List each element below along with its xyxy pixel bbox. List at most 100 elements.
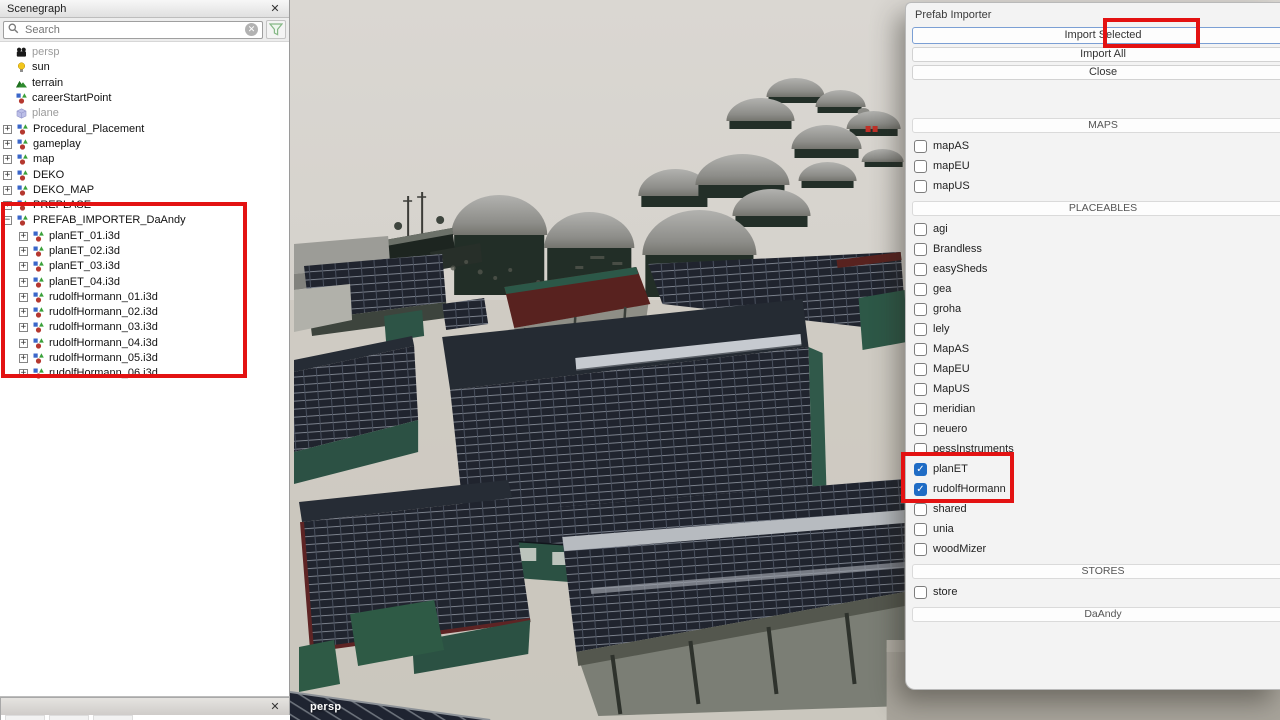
brand-label: woodMizer bbox=[933, 543, 986, 556]
tree-item-label: persp bbox=[32, 45, 60, 60]
MapAS-checkbox[interactable] bbox=[914, 343, 927, 356]
import-all-button[interactable]: Import All bbox=[912, 47, 1280, 62]
expand-icon[interactable]: + bbox=[19, 278, 28, 287]
collapse-icon[interactable]: − bbox=[3, 216, 12, 225]
tree-item-Procedural_Placement[interactable]: +Procedural_Placement bbox=[0, 121, 289, 136]
tree-item-DEKO_MAP[interactable]: +DEKO_MAP bbox=[0, 183, 289, 198]
brand-row-agi: agi bbox=[914, 223, 1280, 236]
woodMizer-checkbox[interactable] bbox=[914, 543, 927, 556]
expand-icon[interactable]: + bbox=[19, 354, 28, 363]
shape-icon bbox=[16, 108, 27, 119]
transform-icon bbox=[33, 322, 44, 333]
scenegraph-titlebar: Scenegraph ✕ bbox=[0, 0, 289, 18]
brand-label: rudolfHormann bbox=[933, 483, 1006, 496]
tree-item-planET_01.i3d[interactable]: +planET_01.i3d bbox=[0, 229, 289, 244]
brand-label: shared bbox=[933, 503, 967, 516]
mapAS-checkbox[interactable] bbox=[914, 140, 927, 153]
tree-item-label: PREFAB_IMPORTER_DaAndy bbox=[33, 213, 186, 228]
import-selected-button[interactable]: Import Selected bbox=[912, 27, 1280, 44]
tree-item-map[interactable]: +map bbox=[0, 152, 289, 167]
prefab-importer-title: Prefab Importer bbox=[906, 3, 1280, 24]
filter-funnel-icon[interactable] bbox=[266, 20, 286, 39]
groha-checkbox[interactable] bbox=[914, 303, 927, 316]
tree-item-rudolfHormann_04.i3d[interactable]: +rudolfHormann_04.i3d bbox=[0, 336, 289, 351]
gea-checkbox[interactable] bbox=[914, 283, 927, 296]
bottom-dock-panel: ✕ bbox=[0, 697, 290, 720]
agi-checkbox[interactable] bbox=[914, 223, 927, 236]
mapEU-checkbox[interactable] bbox=[914, 160, 927, 173]
brand-row-MapAS: MapAS bbox=[914, 343, 1280, 356]
search-input[interactable] bbox=[23, 23, 241, 37]
tree-item-planET_04.i3d[interactable]: +planET_04.i3d bbox=[0, 274, 289, 289]
expand-icon[interactable]: + bbox=[19, 247, 28, 256]
brand-row-groha: groha bbox=[914, 303, 1280, 316]
mapUS-checkbox[interactable] bbox=[914, 180, 927, 193]
clear-search-icon[interactable]: ✕ bbox=[245, 23, 258, 36]
MapUS-checkbox[interactable] bbox=[914, 383, 927, 396]
terrain-icon bbox=[16, 78, 27, 89]
easySheds-checkbox[interactable] bbox=[914, 263, 927, 276]
brand-row-store: store bbox=[914, 586, 1280, 599]
tree-item-PREPLASE[interactable]: +PREPLASE bbox=[0, 198, 289, 213]
expand-icon[interactable]: + bbox=[3, 186, 12, 195]
spacer bbox=[906, 80, 1280, 110]
shared-checkbox[interactable] bbox=[914, 503, 927, 516]
planET-checkbox[interactable]: ✓ bbox=[914, 463, 927, 476]
search-field[interactable]: ✕ bbox=[3, 21, 263, 39]
close-icon[interactable]: ✕ bbox=[268, 700, 282, 713]
expand-icon[interactable]: + bbox=[3, 140, 12, 149]
expand-icon[interactable]: + bbox=[3, 171, 12, 180]
expand-icon[interactable]: + bbox=[19, 369, 28, 378]
neuero-checkbox[interactable] bbox=[914, 423, 927, 436]
tree-item-label: plane bbox=[32, 106, 59, 121]
brand-row-woodMizer: woodMizer bbox=[914, 543, 1280, 556]
tree-item-gameplay[interactable]: +gameplay bbox=[0, 137, 289, 152]
expand-icon[interactable]: + bbox=[3, 155, 12, 164]
tree-item-terrain[interactable]: terrain bbox=[0, 76, 289, 91]
expand-icon[interactable]: + bbox=[19, 293, 28, 302]
light-icon bbox=[16, 62, 27, 73]
tree-item-careerStartPoint[interactable]: careerStartPoint bbox=[0, 91, 289, 106]
expand-icon[interactable]: + bbox=[19, 262, 28, 271]
unia-checkbox[interactable] bbox=[914, 523, 927, 536]
expand-icon[interactable]: + bbox=[19, 339, 28, 348]
brand-row-neuero: neuero bbox=[914, 423, 1280, 436]
pessInstruments-checkbox[interactable] bbox=[914, 443, 927, 456]
brand-row-unia: unia bbox=[914, 523, 1280, 536]
tree-item-rudolfHormann_03.i3d[interactable]: + rudolfHormann_03.i3d bbox=[0, 320, 289, 335]
close-button[interactable]: Close bbox=[912, 65, 1280, 80]
MapEU-checkbox[interactable] bbox=[914, 363, 927, 376]
tree-item-rudolfHormann_02.i3d[interactable]: +rudolfHormann_02.i3d bbox=[0, 305, 289, 320]
expand-icon[interactable]: + bbox=[3, 125, 12, 134]
brand-row-lely: lely bbox=[914, 323, 1280, 336]
tree-item-label: rudolfHormann_03.i3d bbox=[49, 320, 158, 335]
tree-item-planET_03.i3d[interactable]: +planET_03.i3d bbox=[0, 259, 289, 274]
brand-label: meridian bbox=[933, 403, 975, 416]
transform-icon bbox=[17, 124, 28, 135]
section-header-MAPS: MAPS bbox=[912, 118, 1280, 133]
transform-icon bbox=[16, 93, 27, 104]
expand-icon[interactable]: + bbox=[19, 232, 28, 241]
tree-item-rudolfHormann_05.i3d[interactable]: +rudolfHormann_05.i3d bbox=[0, 351, 289, 366]
brand-row-MapEU: MapEU bbox=[914, 363, 1280, 376]
lely-checkbox[interactable] bbox=[914, 323, 927, 336]
tree-item-rudolfHormann_06.i3d[interactable]: +rudolfHormann_06.i3d bbox=[0, 366, 289, 381]
rudolfHormann-checkbox[interactable]: ✓ bbox=[914, 483, 927, 496]
tree-item-label: sun bbox=[32, 60, 50, 75]
tree-item-plane[interactable]: plane bbox=[0, 106, 289, 121]
tree-item-sun[interactable]: sun bbox=[0, 60, 289, 75]
tree-item-label: rudolfHormann_01.i3d bbox=[49, 290, 158, 305]
expand-icon[interactable]: + bbox=[19, 308, 28, 317]
expand-icon[interactable]: + bbox=[3, 201, 12, 210]
tree-item-persp[interactable]: persp bbox=[0, 45, 289, 60]
Brandless-checkbox[interactable] bbox=[914, 243, 927, 256]
brand-label: MapAS bbox=[933, 343, 969, 356]
tree-item-DEKO[interactable]: +DEKO bbox=[0, 167, 289, 182]
close-icon[interactable]: ✕ bbox=[268, 2, 282, 15]
tree-item-planET_02.i3d[interactable]: +planET_02.i3d bbox=[0, 244, 289, 259]
meridian-checkbox[interactable] bbox=[914, 403, 927, 416]
tree-item-rudolfHormann_01.i3d[interactable]: + rudolfHormann_01.i3d bbox=[0, 290, 289, 305]
tree-item-PREFAB_IMPORTER_DaAndy[interactable]: − PREFAB_IMPORTER_DaAndy bbox=[0, 213, 289, 228]
store-checkbox[interactable] bbox=[914, 586, 927, 599]
expand-icon[interactable]: + bbox=[19, 323, 28, 332]
